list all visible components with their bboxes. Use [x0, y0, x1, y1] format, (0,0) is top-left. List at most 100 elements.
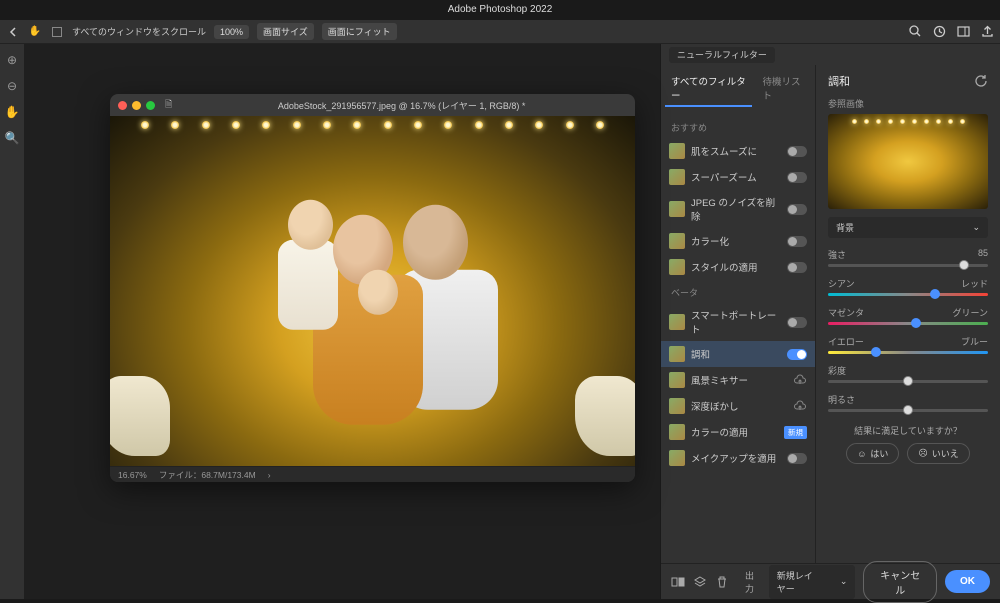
panel-tab-bar: ニューラルフィルター [661, 44, 1000, 65]
slider-brightness[interactable]: 明るさ [828, 393, 988, 412]
slider-yellow-blue[interactable]: イエローブルー [828, 335, 988, 354]
zoom-readout: 16.67% [118, 470, 147, 480]
filter-item[interactable]: 調和 [661, 341, 815, 367]
options-bar: ✋ すべてのウィンドウをスクロール 100% 画面サイズ 画面にフィット [0, 20, 1000, 44]
panel-tab-neural[interactable]: ニューラルフィルター [669, 47, 775, 63]
neural-filters-panel: ニューラルフィルター すべてのフィルター 待機リスト おすすめ 肌をスムーズにス… [660, 44, 1000, 599]
filter-item[interactable]: 風景ミキサー [661, 367, 815, 393]
filter-item[interactable]: 肌をスムーズに [661, 138, 815, 164]
slider-cyan-red[interactable]: シアンレッド [828, 277, 988, 296]
hand-icon[interactable]: ✋ [4, 104, 20, 120]
reference-image-label: 参照画像 [828, 97, 988, 110]
slider-strength[interactable]: 強さ85 [828, 248, 988, 267]
document-status-bar: 16.67% ファイル：68.7M/173.4M › [110, 466, 635, 482]
new-badge: 新規 [784, 426, 807, 439]
filter-toggle[interactable] [787, 453, 807, 464]
filter-item[interactable]: スタイルの適用 [661, 254, 815, 280]
output-dropdown[interactable]: 新規レイヤー⌄ [769, 565, 856, 599]
cancel-button[interactable]: キャンセル [863, 561, 937, 603]
filter-item[interactable]: メイクアップを適用 [661, 445, 815, 471]
reset-icon[interactable] [974, 74, 988, 88]
filter-label: JPEG のノイズを削除 [691, 195, 781, 223]
filter-toggle[interactable] [787, 172, 807, 183]
filter-settings: 調和 参照画像 背景 ⌄ 強さ85 シアンレッド [816, 65, 1000, 563]
trash-icon[interactable] [715, 575, 729, 589]
filter-thumb-icon [669, 201, 685, 217]
feedback-question: 結果に満足していますか？ [828, 424, 988, 437]
filter-list: すべてのフィルター 待機リスト おすすめ 肌をスムーズにスーパーズームJPEG … [661, 65, 816, 563]
filter-thumb-icon [669, 372, 685, 388]
filter-label: 風景ミキサー [691, 373, 748, 387]
app-titlebar: Adobe Photoshop 2022 [0, 0, 1000, 20]
filter-thumb-icon [669, 169, 685, 185]
layer-dropdown[interactable]: 背景 ⌄ [828, 217, 988, 238]
maximize-icon[interactable] [146, 101, 155, 110]
chevron-right-icon[interactable]: › [268, 470, 271, 480]
hand-tool-icon[interactable]: ✋ [28, 25, 42, 39]
preview-toggle-icon[interactable] [671, 575, 685, 589]
reference-image[interactable] [828, 114, 988, 209]
cloud-download-icon[interactable] [793, 373, 807, 387]
filter-label: スタイルの適用 [691, 260, 758, 274]
history-icon[interactable] [932, 25, 946, 39]
left-tool-strip: ⊕ ⊖ ✋ 🔍 [0, 44, 24, 599]
filter-label: メイクアップを適用 [691, 451, 776, 465]
back-icon[interactable] [6, 25, 20, 39]
minimize-icon[interactable] [132, 101, 141, 110]
document-window: 🗎 AdobeStock_291956577.jpeg @ 16.7% (レイヤ… [110, 94, 635, 482]
fit-screen-button[interactable]: 画面サイズ [257, 23, 314, 40]
chevron-down-icon: ⌄ [972, 222, 980, 233]
filter-thumb-icon [669, 346, 685, 362]
workspace-icon[interactable] [956, 25, 970, 39]
document-canvas[interactable] [110, 116, 635, 466]
checkbox-icon[interactable] [50, 25, 64, 39]
filter-label: カラー化 [691, 234, 729, 248]
zoom-in-icon[interactable]: ⊕ [4, 52, 20, 68]
settings-title: 調和 [828, 73, 850, 89]
section-beta: ベータ [661, 280, 815, 303]
document-titlebar[interactable]: 🗎 AdobeStock_291956577.jpeg @ 16.7% (レイヤ… [110, 94, 635, 116]
filter-toggle[interactable] [787, 236, 807, 247]
fit-image-button[interactable]: 画面にフィット [322, 23, 397, 40]
filter-thumb-icon [669, 450, 685, 466]
filter-toggle[interactable] [787, 262, 807, 273]
feedback-no-button[interactable]: ☹いいえ [907, 443, 969, 464]
filter-thumb-icon [669, 398, 685, 414]
filter-toggle[interactable] [787, 146, 807, 157]
document-title: AdobeStock_291956577.jpeg @ 16.7% (レイヤー … [176, 99, 627, 112]
filter-toggle[interactable] [787, 317, 807, 328]
feedback-yes-button[interactable]: ☺はい [846, 443, 899, 464]
filter-item[interactable]: カラーの適用 新規 [661, 419, 815, 445]
slider-saturation[interactable]: 彩度 [828, 364, 988, 383]
filter-item[interactable]: スマートポートレート [661, 303, 815, 341]
slider-magenta-green[interactable]: マゼンタグリーン [828, 306, 988, 325]
filter-thumb-icon [669, 233, 685, 249]
traffic-lights[interactable] [118, 101, 155, 110]
zoom-value[interactable]: 100% [214, 25, 249, 39]
filter-item[interactable]: JPEG のノイズを削除 [661, 190, 815, 228]
filter-thumb-icon [669, 259, 685, 275]
scroll-all-label: すべてのウィンドウをスクロール [72, 25, 206, 38]
close-icon[interactable] [118, 101, 127, 110]
tab-all-filters[interactable]: すべてのフィルター [665, 71, 752, 107]
filter-label: 深度ぼかし [691, 399, 739, 413]
filter-label: スーパーズーム [691, 170, 757, 184]
zoom-out-icon[interactable]: ⊖ [4, 78, 20, 94]
search-icon[interactable] [908, 25, 922, 39]
zoom-tool-icon[interactable]: 🔍 [4, 130, 20, 146]
layers-icon[interactable] [693, 575, 707, 589]
filter-label: カラーの適用 [691, 425, 748, 439]
filter-thumb-icon [669, 314, 685, 330]
filter-label: スマートポートレート [691, 308, 781, 336]
filter-toggle[interactable] [787, 204, 807, 215]
share-icon[interactable] [980, 25, 994, 39]
filter-item[interactable]: スーパーズーム [661, 164, 815, 190]
filter-toggle[interactable] [787, 349, 807, 360]
tab-wait-list[interactable]: 待機リスト [756, 71, 811, 107]
filter-item[interactable]: カラー化 [661, 228, 815, 254]
ok-button[interactable]: OK [945, 570, 990, 593]
file-size-readout: ファイル：68.7M/173.4M [159, 469, 256, 481]
filter-label: 肌をスムーズに [691, 144, 757, 158]
filter-item[interactable]: 深度ぼかし [661, 393, 815, 419]
cloud-download-icon[interactable] [793, 399, 807, 413]
